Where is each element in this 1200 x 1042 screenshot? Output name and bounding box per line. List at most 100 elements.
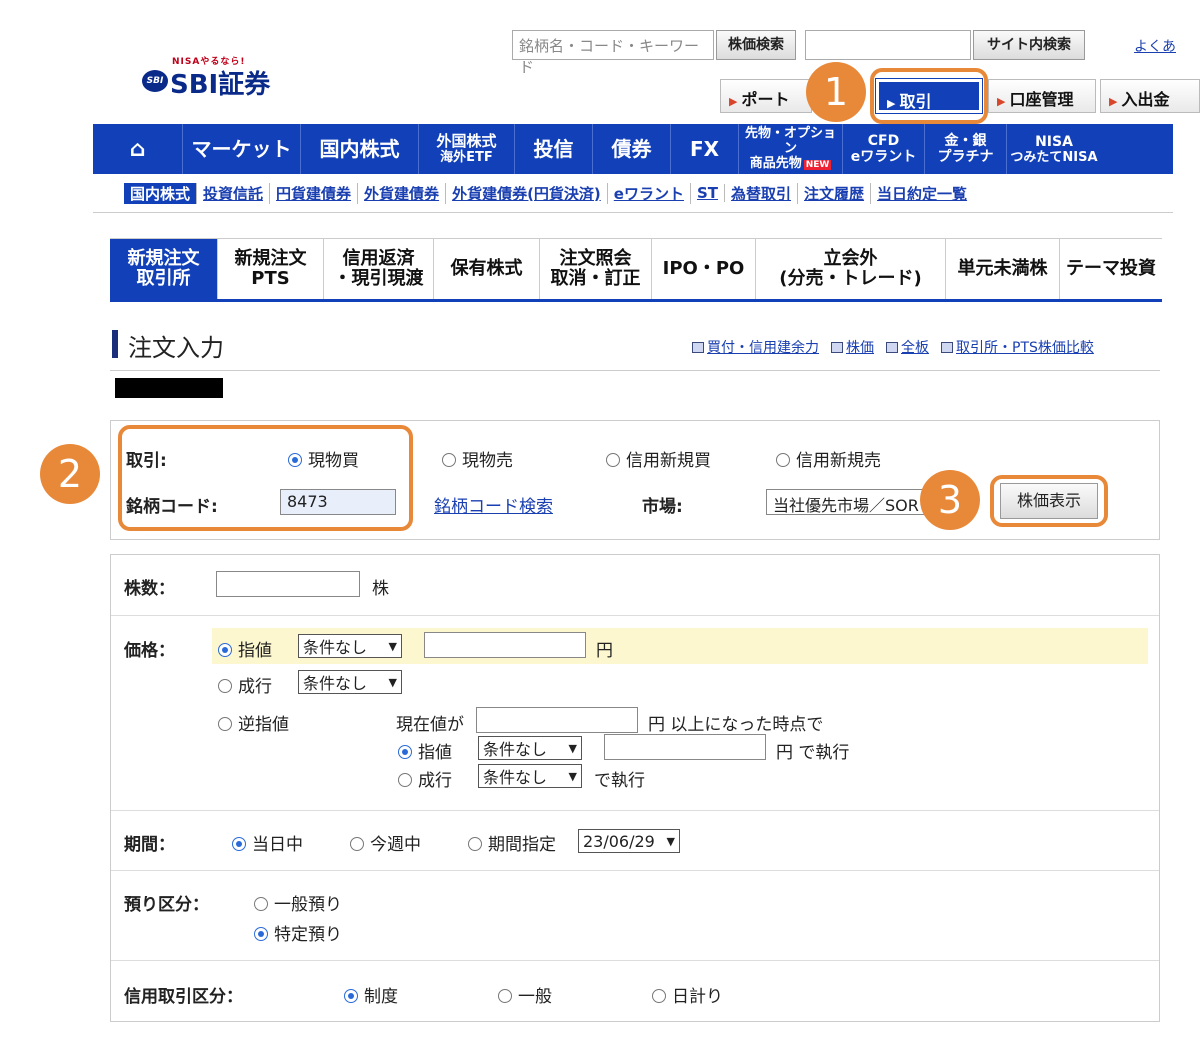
subnav-funds[interactable]: 投資信託 <box>197 182 271 204</box>
radio-icon <box>498 989 512 1003</box>
price-link[interactable]: 株価 <box>831 337 874 357</box>
tab-deposit[interactable]: ▶ 入出金 <box>1100 79 1200 113</box>
exec-suffix-text: で執行 <box>594 771 645 791</box>
nav-futures[interactable]: 先物・オプション 商品先物 NEW <box>739 124 843 174</box>
trigger-price-input[interactable] <box>476 707 638 733</box>
radio-stop-market[interactable]: 成行 <box>398 766 452 791</box>
radio-stop-order[interactable]: 逆指値 <box>218 710 289 735</box>
stop-limit-price-input[interactable] <box>604 734 766 760</box>
nav-market[interactable]: マーケット <box>183 124 301 174</box>
above-text: 円 以上になった時点で <box>648 715 824 735</box>
full-board-link[interactable]: 全板 <box>886 337 929 357</box>
window-icon <box>831 342 843 353</box>
radio-specific-deposit[interactable]: 特定預り <box>254 920 342 945</box>
radio-icon <box>468 837 482 851</box>
radio-selected-icon <box>232 837 246 851</box>
subnav-order-history[interactable]: 注文履歴 <box>798 182 872 204</box>
divider <box>111 810 1159 811</box>
tab-margin-repay[interactable]: 信用返済 ・現引現渡 <box>324 239 434 299</box>
radio-today[interactable]: 当日中 <box>232 830 303 855</box>
current-price-label: 現在値が <box>396 715 464 735</box>
nav-gold[interactable]: 金・銀 プラチナ <box>925 124 1007 174</box>
logo[interactable]: SBI証券 <box>170 64 270 101</box>
radio-day-trade[interactable]: 日計り <box>652 982 723 1007</box>
radio-icon <box>398 773 412 787</box>
market-select[interactable]: 当社優先市場／SOR <box>766 489 926 515</box>
tab-theme-invest[interactable]: テーマ投資 <box>1060 239 1162 299</box>
home-icon[interactable]: ⌂ <box>93 124 183 174</box>
radio-icon <box>350 837 364 851</box>
tab-account[interactable]: ▶ 口座管理 <box>988 79 1096 113</box>
callout-number-1: 1 <box>806 62 866 122</box>
limit-condition-select[interactable]: 条件なし ▼ <box>298 634 402 658</box>
subnav-ewarrant[interactable]: eワラント <box>608 182 691 204</box>
nav-cfd[interactable]: CFD eワラント <box>843 124 925 174</box>
callout-ring-2 <box>118 425 413 531</box>
site-search-button[interactable]: サイト内検索 <box>973 30 1085 60</box>
stock-search-button[interactable]: 株価検索 <box>716 30 796 60</box>
tab-holdings[interactable]: 保有株式 <box>434 239 540 299</box>
triangle-right-icon: ▶ <box>1109 95 1118 108</box>
faq-link[interactable]: よくあ <box>1134 36 1176 56</box>
radio-limit[interactable]: 指値 <box>218 636 272 661</box>
subnav-yen-bonds[interactable]: 円貨建債券 <box>270 182 359 204</box>
radio-selected-icon <box>398 745 412 759</box>
market-label: 市場: <box>642 497 683 517</box>
market-condition-select[interactable]: 条件なし ▼ <box>298 670 402 694</box>
subnav-foreign-bonds-yen[interactable]: 外貨建債券(円貨決済) <box>446 182 608 204</box>
radio-system-credit[interactable]: 制度 <box>344 982 398 1007</box>
radio-icon <box>254 897 268 911</box>
main-nav: ⌂ マーケット 国内株式 外国株式 海外ETF 投信 債券 FX 先物・オプション… <box>93 124 1173 174</box>
subnav-today-executions[interactable]: 当日約定一覧 <box>871 183 973 204</box>
radio-market-order[interactable]: 成行 <box>218 672 272 697</box>
chevron-down-icon: ▼ <box>568 769 577 783</box>
stock-search-input[interactable]: 銘柄名・コード・キーワード <box>512 30 714 76</box>
tab-odd-lot[interactable]: 単元未満株 <box>946 239 1060 299</box>
period-date-select[interactable]: 23/06/29 ▼ <box>578 829 680 853</box>
nav-foreign-stock[interactable]: 外国株式 海外ETF <box>419 124 515 174</box>
radio-margin-buy[interactable]: 信用新規買 <box>606 446 711 471</box>
tab-new-order-pts[interactable]: 新規注文 PTS <box>218 239 324 299</box>
limit-price-input[interactable] <box>424 632 586 658</box>
section-links: 買付・信用建余力 株価 全板 取引所・PTS株価比較 <box>692 337 1094 357</box>
nav-bonds[interactable]: 債券 <box>593 124 671 174</box>
shares-input[interactable] <box>216 571 360 597</box>
subnav-domestic-stock[interactable]: 国内株式 <box>124 182 198 204</box>
window-icon <box>886 342 898 353</box>
subnav-foreign-bonds[interactable]: 外貨建債券 <box>358 182 447 204</box>
site-search-input[interactable] <box>805 30 971 60</box>
radio-selected-icon <box>344 989 358 1003</box>
nav-fx[interactable]: FX <box>671 124 739 174</box>
stop-limit-condition-select[interactable]: 条件なし ▼ <box>478 736 582 760</box>
stop-market-condition-select[interactable]: 条件なし ▼ <box>478 764 582 788</box>
radio-selected-icon <box>254 927 268 941</box>
buying-power-link[interactable]: 買付・信用建余力 <box>692 337 819 357</box>
calculator-icon <box>692 342 704 353</box>
code-search-link[interactable]: 銘柄コード検索 <box>434 492 553 517</box>
nav-domestic-stock[interactable]: 国内株式 <box>301 124 419 174</box>
radio-specify-period[interactable]: 期間指定 <box>468 830 556 855</box>
shares-unit: 株 <box>372 579 389 599</box>
tab-portfolio[interactable]: ▶ ポート <box>720 79 812 113</box>
callout-ring-1 <box>870 68 988 124</box>
radio-general-deposit[interactable]: 一般預り <box>254 890 342 915</box>
tab-off-floor[interactable]: 立会外 (分売・トレード) <box>756 239 946 299</box>
radio-icon <box>606 453 620 467</box>
pts-compare-link[interactable]: 取引所・PTS株価比較 <box>941 337 1094 357</box>
nav-funds[interactable]: 投信 <box>515 124 593 174</box>
subnav-st[interactable]: ST <box>691 184 726 202</box>
credit-label: 信用取引区分： <box>124 987 243 1007</box>
tab-ipo-po[interactable]: IPO・PO <box>652 239 756 299</box>
deposit-label: 預り区分： <box>124 895 209 915</box>
subnav-forex[interactable]: 為替取引 <box>725 182 799 204</box>
radio-general-credit[interactable]: 一般 <box>498 982 552 1007</box>
radio-cash-sell[interactable]: 現物売 <box>442 446 513 471</box>
radio-this-week[interactable]: 今週中 <box>350 830 421 855</box>
nav-nisa[interactable]: NISA つみたてNISA <box>1007 124 1101 174</box>
triangle-right-icon: ▶ <box>997 95 1006 108</box>
tab-order-inquiry[interactable]: 注文照会 取消・訂正 <box>540 239 652 299</box>
radio-margin-sell[interactable]: 信用新規売 <box>776 446 881 471</box>
radio-stop-limit[interactable]: 指値 <box>398 738 452 763</box>
tab-new-order-exchange[interactable]: 新規注文 取引所 <box>110 239 218 299</box>
radio-selected-icon <box>218 643 232 657</box>
